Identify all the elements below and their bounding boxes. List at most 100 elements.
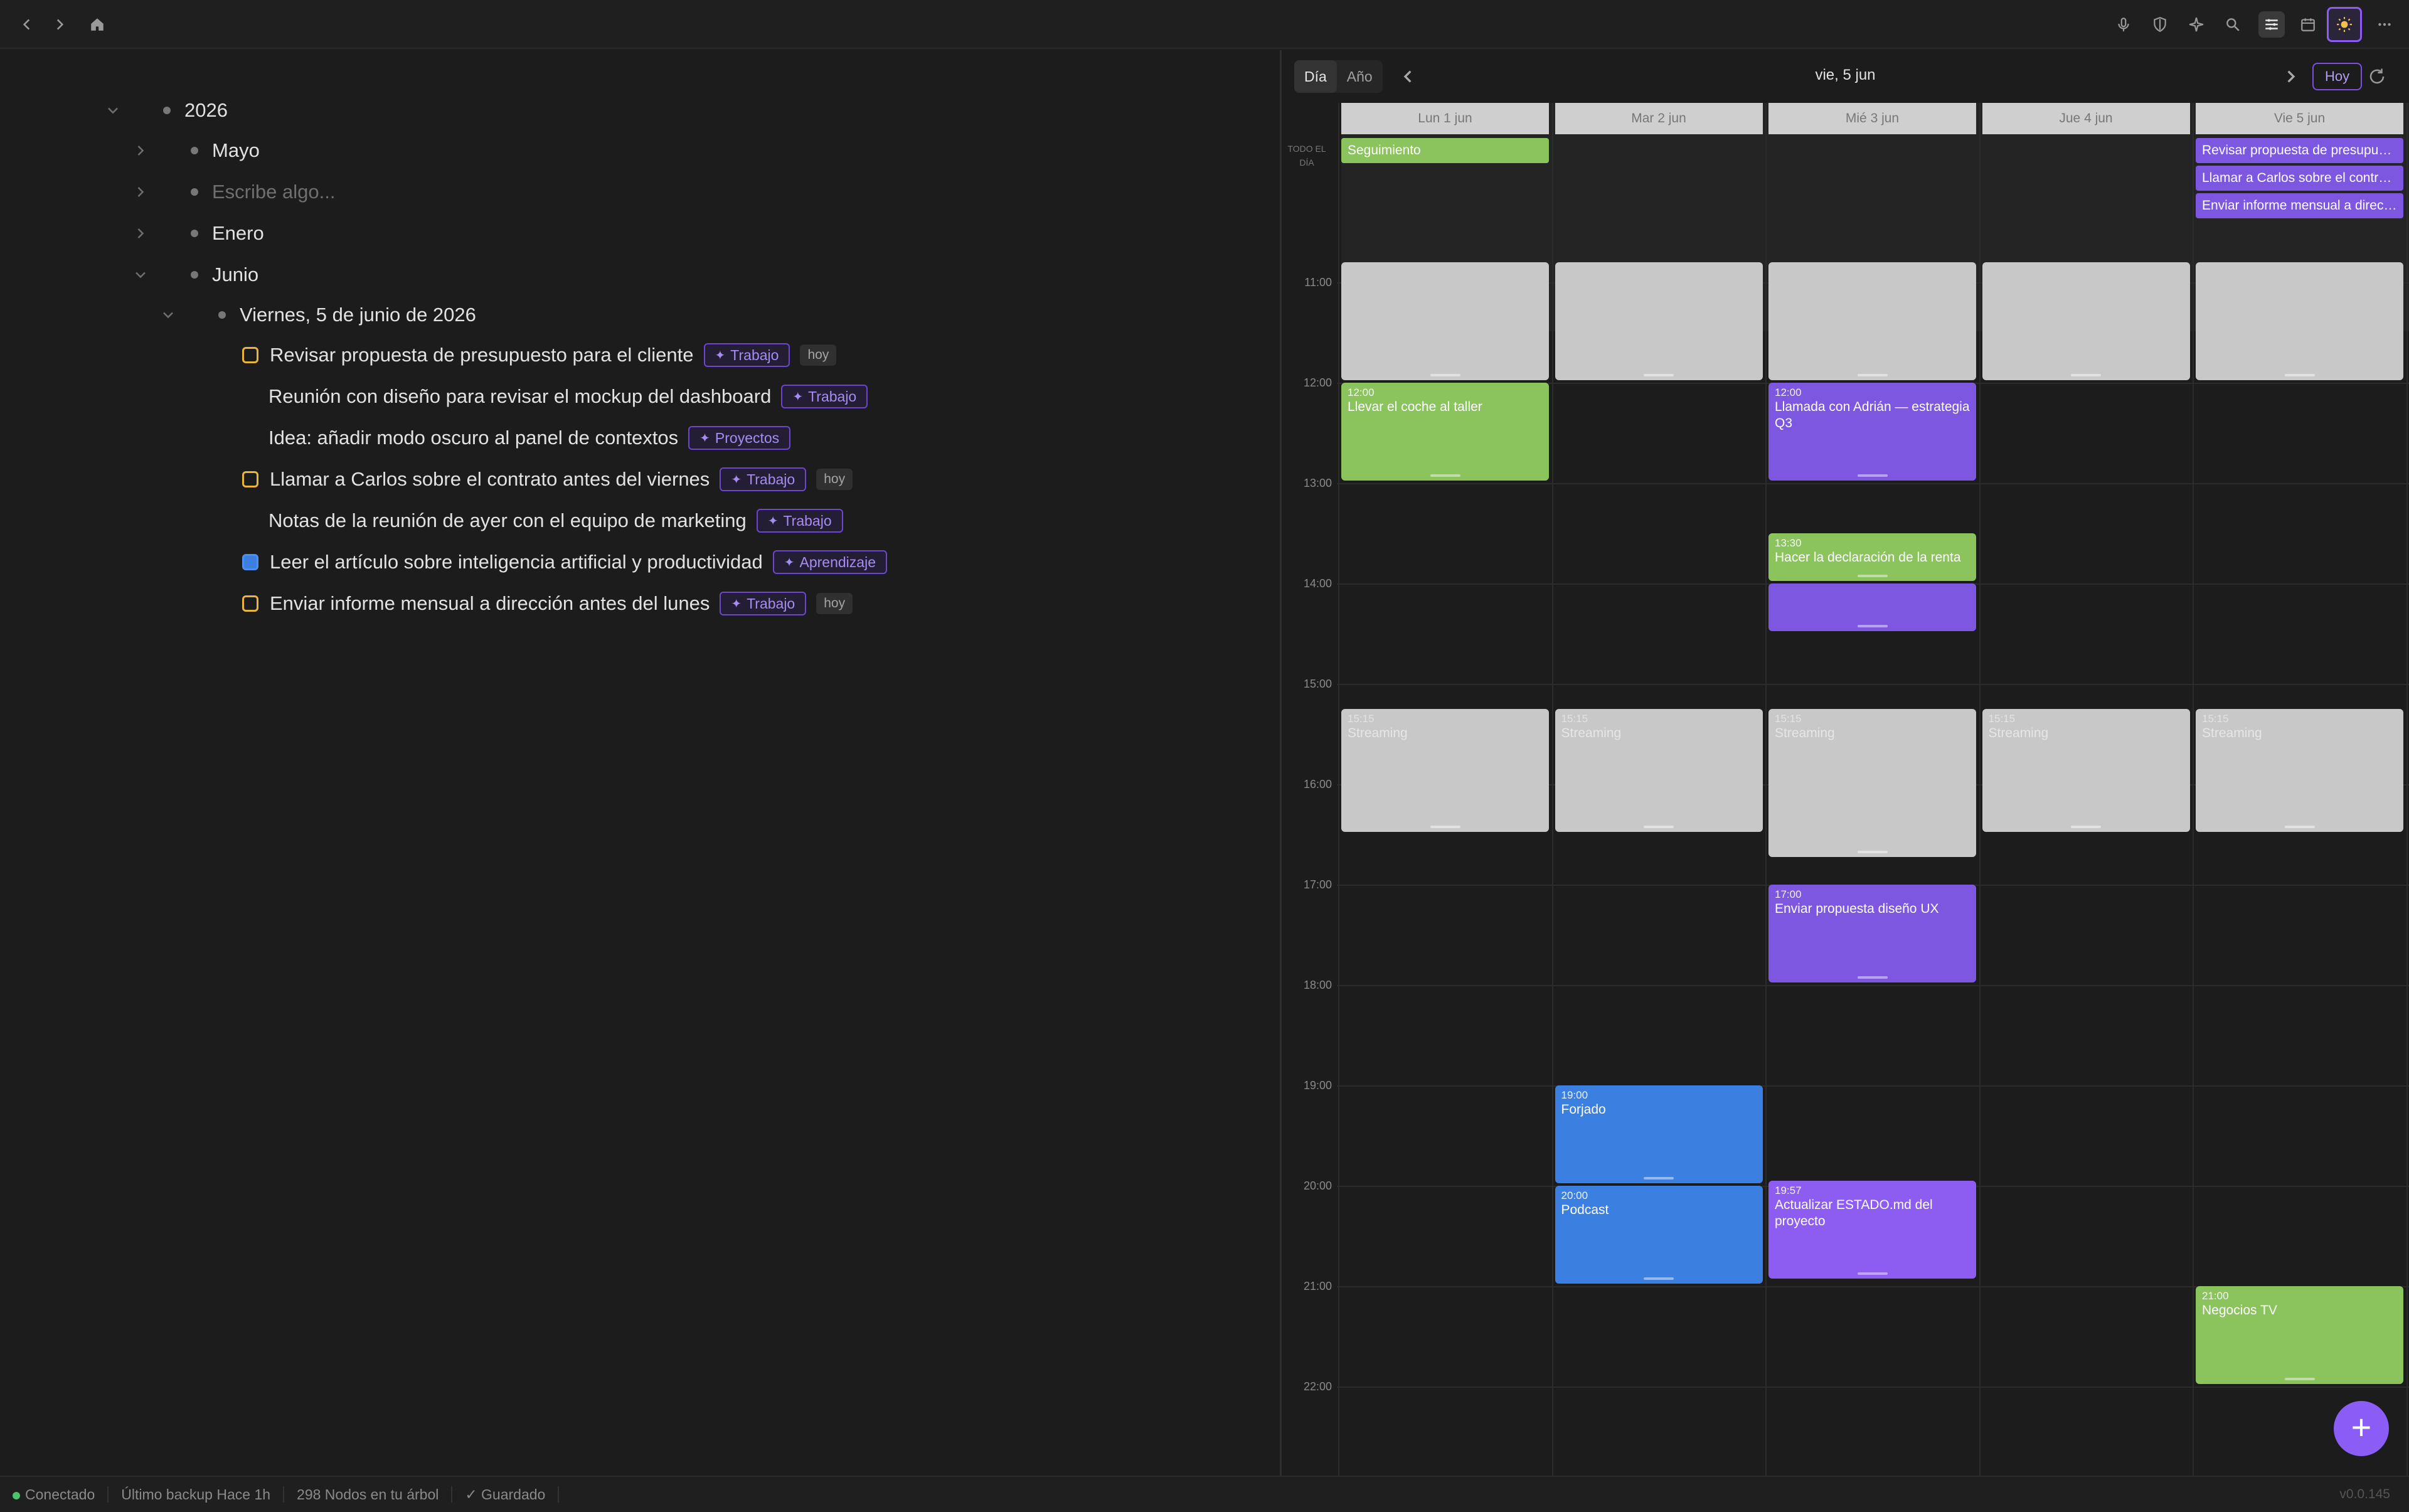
calendar-event[interactable]: 13:30 Hacer la declaración de la renta — [1768, 533, 1976, 581]
resize-handle[interactable] — [1857, 474, 1888, 477]
calendar-event[interactable] — [1768, 262, 1976, 380]
list-item[interactable]: Idea: añadir modo oscuro al panel de con… — [269, 420, 791, 455]
list-item[interactable]: Reunión con diseño para revisar el mocku… — [269, 379, 868, 414]
context-tag[interactable]: ✦ Trabajo — [756, 509, 843, 533]
allday-event[interactable]: Seguimiento — [1341, 138, 1549, 163]
node-placeholder[interactable]: Escribe algo... — [212, 181, 335, 203]
expand-chevron-icon[interactable] — [132, 183, 149, 201]
resize-handle[interactable] — [2284, 374, 2315, 376]
task-checkbox[interactable] — [242, 554, 258, 570]
list-item[interactable]: Revisar propuesta de presupuesto para el… — [242, 338, 837, 373]
resize-handle[interactable] — [1430, 374, 1460, 376]
search-button[interactable] — [2220, 11, 2246, 38]
collapse-chevron-icon[interactable] — [159, 306, 177, 324]
resize-handle[interactable] — [2071, 374, 2101, 376]
collapse-chevron-icon[interactable] — [104, 102, 122, 119]
ai-button[interactable] — [2183, 11, 2210, 38]
event-time: 15:15 — [1348, 713, 1375, 725]
resize-handle[interactable] — [2284, 826, 2315, 828]
add-event-button[interactable]: + — [2334, 1401, 2389, 1456]
resize-handle[interactable] — [2071, 826, 2101, 828]
day-header[interactable]: Mié 3 jun — [1768, 103, 1976, 134]
calendar-event[interactable] — [1341, 262, 1549, 380]
context-tag[interactable]: ✦ Aprendizaje — [772, 550, 887, 574]
expand-chevron-icon[interactable] — [132, 225, 149, 242]
calendar-event[interactable] — [1982, 262, 2190, 380]
shield-button[interactable] — [2147, 11, 2173, 38]
resize-handle[interactable] — [1857, 625, 1888, 627]
list-item[interactable]: Notas de la reunión de ayer con el equip… — [269, 503, 843, 538]
more-button[interactable] — [2371, 11, 2398, 38]
tree-node-year[interactable]: 2026 — [163, 93, 228, 128]
resize-handle[interactable] — [1430, 826, 1460, 828]
calendar-event[interactable]: 15:15 Streaming — [1555, 709, 1763, 832]
calendar-event[interactable]: 20:00 Podcast — [1555, 1186, 1763, 1284]
calendar-event[interactable]: 17:00 Enviar propuesta diseño UX — [1768, 885, 1976, 982]
resize-handle[interactable] — [1857, 976, 1888, 979]
tree-node-enero[interactable]: Enero — [191, 216, 264, 251]
calendar-event[interactable]: 15:15 Streaming — [2196, 709, 2403, 832]
context-tag[interactable]: ✦ Trabajo — [703, 343, 790, 367]
list-item[interactable]: Leer el artículo sobre inteligencia arti… — [242, 545, 887, 580]
context-tag[interactable]: ✦ Trabajo — [781, 385, 868, 408]
context-tag[interactable]: ✦ Proyectos — [688, 426, 791, 450]
calendar-event[interactable] — [2196, 262, 2403, 380]
resize-handle[interactable] — [1644, 1277, 1674, 1280]
tree-node-new[interactable]: Escribe algo... — [191, 174, 335, 210]
calendar-event[interactable]: 12:00 Llevar el coche al taller — [1341, 383, 1549, 481]
tag-label: Trabajo — [783, 512, 832, 529]
day-column-divider — [2406, 103, 2408, 1477]
mic-button[interactable] — [2110, 11, 2137, 38]
day-column-divider — [1338, 103, 1339, 1477]
forward-button[interactable] — [46, 11, 73, 38]
list-item[interactable]: Enviar informe mensual a dirección antes… — [242, 586, 853, 621]
expand-chevron-icon[interactable] — [132, 142, 149, 159]
home-button[interactable] — [84, 11, 110, 38]
refresh-button[interactable] — [2363, 63, 2391, 90]
calendar-event[interactable]: 19:57 Actualizar ESTADO.md del proyecto — [1768, 1181, 1976, 1279]
today-button[interactable]: Hoy — [2312, 63, 2363, 90]
day-header[interactable]: Jue 4 jun — [1982, 103, 2190, 134]
resize-handle[interactable] — [2284, 1378, 2315, 1380]
back-button[interactable] — [14, 11, 40, 38]
calendar-event[interactable] — [1768, 583, 1976, 631]
resize-handle[interactable] — [1857, 851, 1888, 853]
next-week-button[interactable] — [2278, 64, 2303, 89]
calendar-event[interactable]: 19:00 Forjado — [1555, 1085, 1763, 1183]
calendar-event[interactable]: 12:00 Llamada con Adrián — estrategia Q3 — [1768, 383, 1976, 481]
resize-handle[interactable] — [1644, 374, 1674, 376]
resize-handle[interactable] — [1857, 575, 1888, 577]
calendar-event[interactable] — [1555, 262, 1763, 380]
context-tag[interactable]: ✦ Trabajo — [720, 592, 807, 615]
theme-toggle-button[interactable] — [2327, 7, 2362, 42]
day-header[interactable]: Vie 5 jun — [2196, 103, 2403, 134]
collapse-chevron-icon[interactable] — [132, 266, 149, 284]
list-item[interactable]: Llamar a Carlos sobre el contrato antes … — [242, 462, 853, 497]
calendar-event[interactable]: 15:15 Streaming — [1768, 709, 1976, 857]
calendar-event[interactable]: 15:15 Streaming — [1982, 709, 2190, 832]
calendar-event[interactable]: 15:15 Streaming — [1341, 709, 1549, 832]
task-checkbox[interactable] — [242, 595, 258, 612]
tree-node-mayo[interactable]: Mayo — [191, 133, 260, 168]
resize-handle[interactable] — [1430, 474, 1460, 477]
task-checkbox[interactable] — [242, 471, 258, 487]
allday-event[interactable]: Revisar propuesta de presupuesto para el… — [2196, 138, 2403, 163]
tag-label: Trabajo — [808, 388, 857, 405]
task-checkbox[interactable] — [242, 347, 258, 363]
calendar-view-button[interactable] — [2295, 11, 2321, 38]
calendar-event[interactable]: 21:00 Negocios TV — [2196, 1286, 2403, 1384]
resize-handle[interactable] — [1857, 374, 1888, 376]
day-header[interactable]: Lun 1 jun — [1341, 103, 1549, 134]
day-header[interactable]: Mar 2 jun — [1555, 103, 1763, 134]
context-tag[interactable]: ✦ Trabajo — [720, 467, 807, 491]
outline-view-button[interactable] — [2258, 11, 2285, 38]
resize-handle[interactable] — [1644, 826, 1674, 828]
hour-label: 18:00 — [1303, 979, 1332, 991]
allday-event[interactable]: Llamar a Carlos sobre el contrato antes … — [2196, 166, 2403, 191]
event-title: Actualizar ESTADO.md del proyecto — [1775, 1198, 1933, 1228]
allday-event[interactable]: Enviar informe mensual a dirección antes… — [2196, 193, 2403, 218]
tree-node-day[interactable]: Viernes, 5 de junio de 2026 — [218, 297, 476, 333]
tree-node-junio[interactable]: Junio — [191, 257, 258, 292]
resize-handle[interactable] — [1644, 1177, 1674, 1179]
resize-handle[interactable] — [1857, 1272, 1888, 1275]
